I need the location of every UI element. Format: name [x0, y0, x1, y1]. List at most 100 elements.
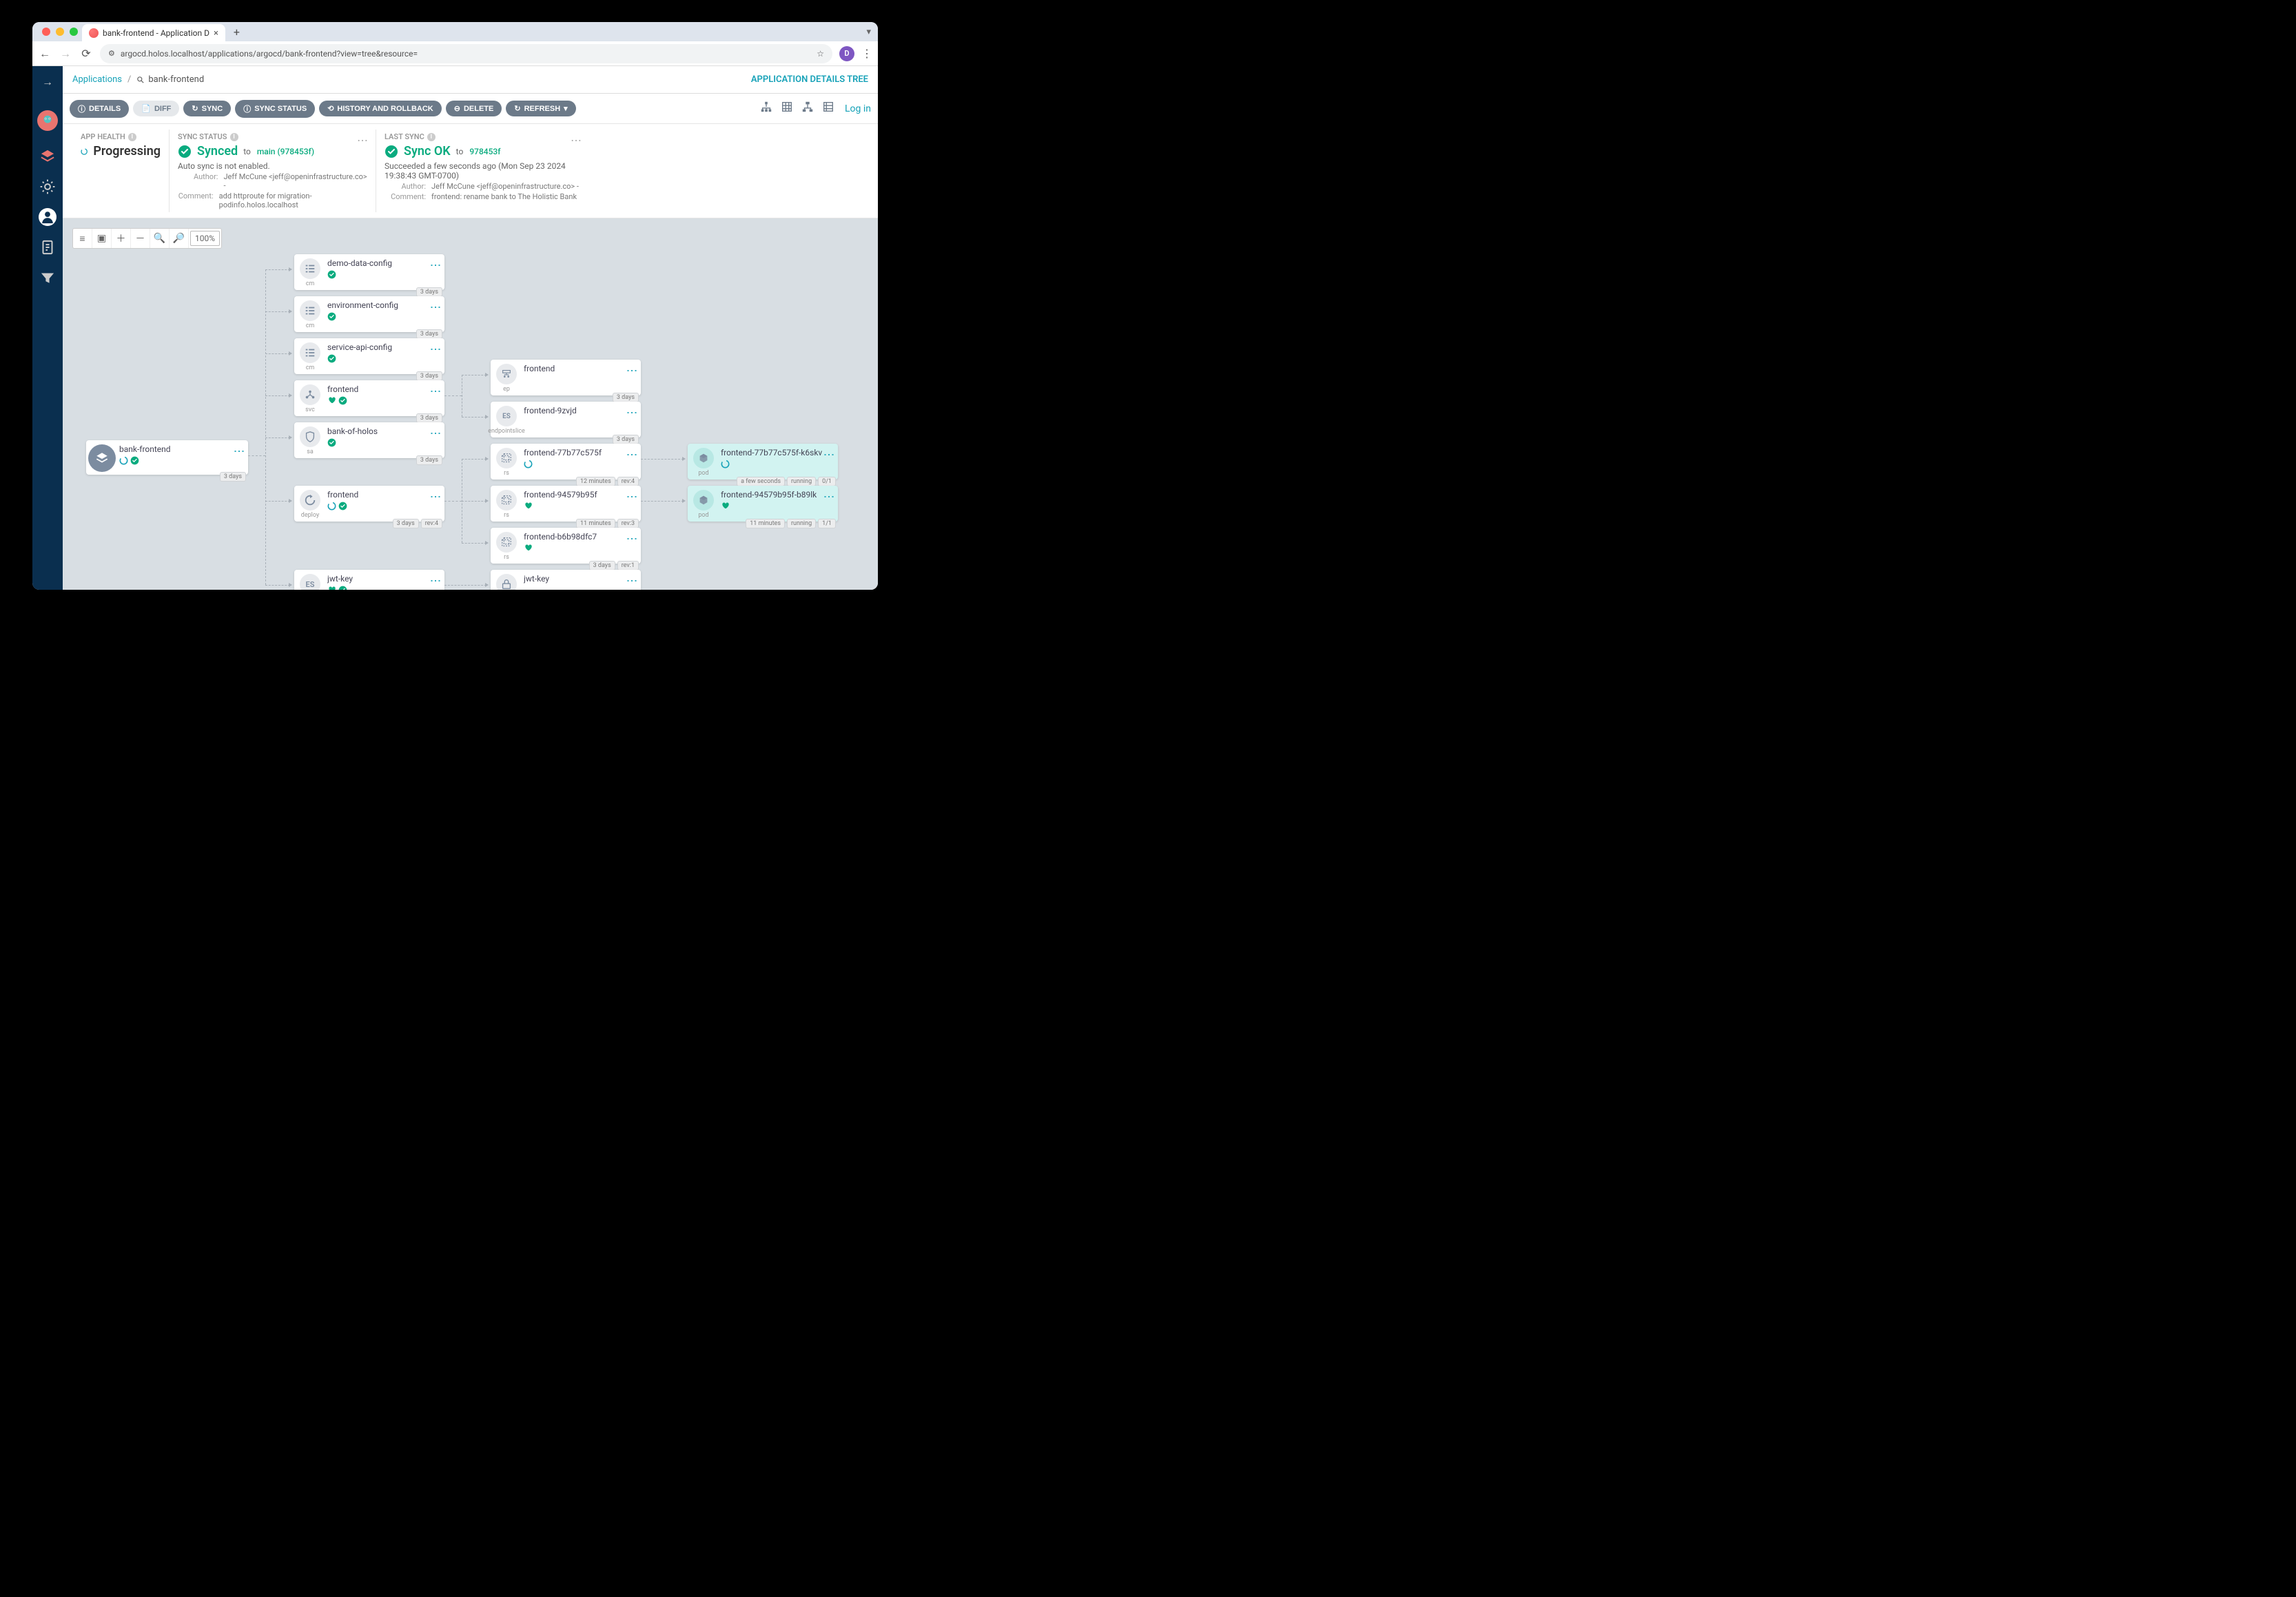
sidebar-user-icon[interactable] — [39, 208, 57, 226]
node-menu-icon[interactable]: ⋮ — [627, 406, 637, 419]
node-name: environment-config — [327, 300, 431, 310]
node-rs2[interactable]: rs frontend-94579b95f ⋮ 11 minutesrev:3 — [491, 486, 641, 522]
view-network-icon[interactable] — [799, 101, 816, 116]
delete-button[interactable]: ⊖DELETE — [446, 101, 502, 116]
login-link[interactable]: Log in — [845, 103, 871, 114]
nav-forward-icon[interactable]: → — [59, 47, 72, 61]
node-rs1[interactable]: rs frontend-77b77c575f ⋮ 12 minutesrev:4 — [491, 444, 641, 480]
sidebar-back-icon[interactable]: → — [39, 73, 57, 91]
node-menu-icon[interactable]: ⋮ — [824, 490, 834, 503]
sidebar-settings-icon[interactable] — [39, 178, 57, 196]
secret-icon — [496, 574, 517, 590]
progressing-icon — [721, 460, 730, 468]
browser-tab[interactable]: bank-frontend - Application D × — [82, 24, 225, 42]
zoom-in-icon[interactable]: ＋ — [112, 229, 131, 248]
sync-rev-link[interactable]: main (978453f) — [257, 147, 314, 156]
tab-close-icon[interactable]: × — [214, 28, 218, 39]
refresh-button[interactable]: ↻REFRESH▾ — [506, 101, 575, 116]
search-icon — [136, 76, 145, 84]
sidebar-docs-icon[interactable] — [39, 238, 57, 256]
node-menu-icon[interactable]: ⋮ — [431, 342, 440, 356]
node-name: frontend-77b77c575f-k6skv — [721, 448, 824, 457]
diff-button[interactable]: 📄DIFF — [133, 101, 179, 116]
node-menu-icon[interactable]: ⋮ — [234, 444, 244, 457]
history-button[interactable]: ⟲HISTORY AND ROLLBACK — [319, 101, 442, 116]
tabs-dropdown-icon[interactable]: ▾ — [866, 27, 871, 37]
bookmark-icon[interactable]: ☆ — [817, 49, 824, 59]
node-menu-icon[interactable]: ⋮ — [627, 448, 637, 461]
age-tag: 3 days — [220, 472, 246, 482]
tree-canvas[interactable]: ≡ ▣ ＋ － 🔍 🔎 100% bank-frontend ⋮ — [63, 218, 878, 590]
last-sync-rev-link[interactable]: 978453f — [469, 147, 500, 156]
sync-button[interactable]: ↻SYNC — [183, 101, 231, 116]
node-menu-icon[interactable]: ⋮ — [824, 448, 834, 461]
node-menu-icon[interactable]: ⋮ — [627, 364, 637, 377]
info-icon[interactable]: i — [427, 133, 435, 141]
arrow-icon — [289, 499, 292, 503]
ready-tag: 0/1 — [818, 477, 836, 486]
browser-menu-icon[interactable]: ⋮ — [861, 47, 872, 60]
address-bar: ← → ⟳ ⚙ argocd.holos.localhost/applicati… — [32, 41, 878, 66]
breadcrumb-current[interactable]: bank-frontend — [136, 74, 204, 85]
sidebar-filter-icon[interactable] — [39, 269, 57, 287]
node-cm1[interactable]: cm demo-data-config ⋮ 3 days — [294, 254, 444, 290]
node-rs3[interactable]: rs frontend-b6b98dfc7 ⋮ 3 daysrev:1 — [491, 528, 641, 564]
info-icon[interactable]: i — [128, 133, 136, 141]
edge — [444, 585, 486, 586]
node-menu-icon[interactable]: ⋮ — [627, 490, 637, 503]
fit-icon[interactable]: ▣ — [92, 229, 112, 248]
node-menu-icon[interactable]: ⋮ — [431, 300, 440, 313]
argocd-logo-icon[interactable] — [37, 110, 58, 131]
node-secret[interactable]: secret jwt-key ⋮ 3 days — [491, 570, 641, 590]
node-cm2[interactable]: cm environment-config ⋮ 3 days — [294, 296, 444, 332]
close-window[interactable] — [42, 28, 50, 36]
node-cm3[interactable]: cm service-api-config ⋮ 3 days — [294, 338, 444, 374]
url-input[interactable]: ⚙ argocd.holos.localhost/applications/ar… — [100, 44, 832, 63]
view-list-icon[interactable] — [820, 101, 837, 116]
node-svc[interactable]: svc frontend ⋮ 3 days — [294, 380, 444, 416]
nav-reload-icon[interactable]: ⟳ — [79, 47, 93, 60]
zoom-value[interactable]: 100% — [190, 231, 220, 246]
maximize-window[interactable] — [70, 28, 78, 36]
node-root[interactable]: bank-frontend ⋮ 3 days — [86, 440, 248, 475]
card-menu-icon[interactable]: ⋯ — [357, 134, 369, 147]
replicaset-icon — [496, 532, 517, 553]
node-ep[interactable]: ep frontend ⋮ 3 days — [491, 360, 641, 395]
view-grid-icon[interactable] — [779, 101, 795, 116]
rev-tag: rev:4 — [617, 477, 639, 486]
node-menu-icon[interactable]: ⋮ — [431, 490, 440, 503]
align-icon[interactable]: ≡ — [73, 229, 92, 248]
node-menu-icon[interactable]: ⋮ — [627, 532, 637, 545]
node-sa[interactable]: sa bank-of-holos ⋮ 3 days — [294, 422, 444, 458]
details-button[interactable]: ⓘDETAILS — [70, 100, 129, 118]
node-menu-icon[interactable]: ⋮ — [431, 258, 440, 271]
node-endpointslice[interactable]: ESendpointslice frontend-9zvjd ⋮ 3 days — [491, 402, 641, 437]
view-tree-icon[interactable] — [758, 101, 775, 116]
node-deploy[interactable]: deploy frontend ⋮ 3 daysrev:4 — [294, 486, 444, 522]
node-menu-icon[interactable]: ⋮ — [431, 384, 440, 398]
breadcrumb-root[interactable]: Applications — [72, 74, 122, 85]
node-menu-icon[interactable]: ⋮ — [431, 574, 440, 587]
app-details-tree-link[interactable]: APPLICATION DETAILS TREE — [751, 74, 868, 85]
profile-avatar[interactable]: D — [839, 46, 854, 61]
edge — [248, 455, 265, 456]
card-menu-icon[interactable]: ⋯ — [571, 134, 582, 147]
sync-status-button[interactable]: ⓘSYNC STATUS — [235, 100, 315, 118]
new-tab-button[interactable]: + — [234, 25, 240, 39]
minimize-window[interactable] — [56, 28, 64, 36]
replicaset-icon — [496, 448, 517, 468]
arrow-icon — [289, 309, 292, 313]
node-pod2[interactable]: pod frontend-94579b95f-b89lk ⋮ 11 minute… — [688, 486, 838, 522]
site-settings-icon[interactable]: ⚙ — [108, 49, 115, 58]
node-menu-icon[interactable]: ⋮ — [431, 426, 440, 440]
zoom-in-lens-icon[interactable]: 🔍 — [150, 229, 170, 248]
node-pod1[interactable]: pod frontend-77b77c575f-k6skv ⋮ a few se… — [688, 444, 838, 480]
zoom-out-lens-icon[interactable]: 🔎 — [170, 229, 189, 248]
info-icon[interactable]: i — [230, 133, 238, 141]
node-externalsecret[interactable]: ESexternalsecret jwt-key ⋮ 3 days — [294, 570, 444, 590]
progressing-icon — [81, 145, 88, 158]
node-menu-icon[interactable]: ⋮ — [627, 574, 637, 587]
nav-back-icon[interactable]: ← — [38, 47, 52, 61]
sidebar-apps-icon[interactable] — [39, 147, 57, 165]
zoom-out-icon[interactable]: － — [131, 229, 150, 248]
